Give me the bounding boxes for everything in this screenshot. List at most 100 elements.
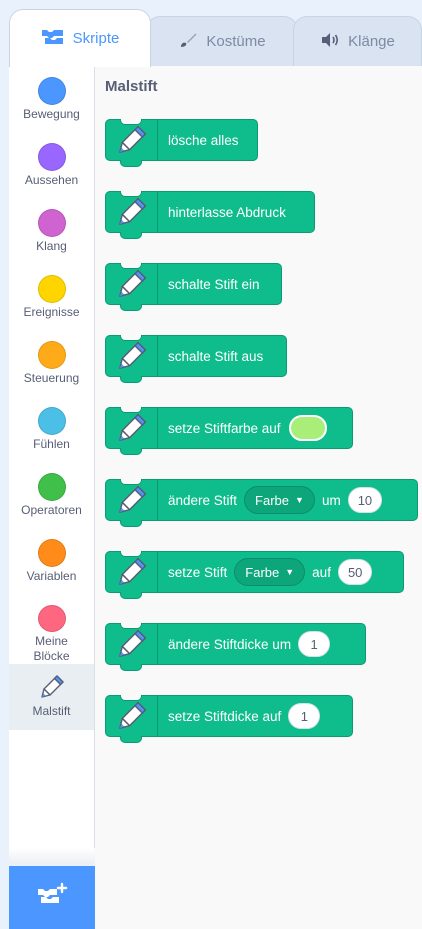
pen-icon [106,624,158,664]
category-pen[interactable]: Malstift [9,664,94,730]
pen-icon [106,120,158,160]
block-pen-down[interactable]: schalte Stift ein [105,263,282,311]
pen-icon [106,480,158,520]
tab-code[interactable]: Skripte [9,9,151,67]
category-label-line2: Blöcke [33,649,70,663]
category-menu-fade [9,848,95,864]
category-label: Malstift [32,704,71,718]
block-set-pen-size[interactable]: setze Stiftdicke auf 1 [105,695,353,743]
category-label: Operatoren [21,503,82,517]
category-label: Bewegung [23,107,80,121]
category-variables[interactable]: Variablen [9,528,94,594]
category-sensing-dot [37,407,66,435]
category-my-blocks-dot [37,605,66,632]
block-tab [120,736,142,743]
category-events[interactable]: Ereignisse [9,264,94,330]
add-extension-button[interactable] [9,866,95,929]
block-notch [120,119,142,125]
block-tab [120,592,142,599]
block-set-pen-param[interactable]: setze Stift Farbe ▼ auf 50 [105,551,404,599]
block-change-pen-size[interactable]: ändere Stiftdicke um 1 [105,623,366,671]
block-text: um [321,492,341,508]
number-input[interactable]: 1 [288,703,321,729]
category-sound[interactable]: Klang [9,198,94,264]
pen-param-dropdown[interactable]: Farbe ▼ [244,486,315,514]
block-clear[interactable]: lösche alles [105,119,258,167]
pen-icon [106,264,158,304]
category-operators-dot [37,473,66,501]
pen-icon [106,696,158,736]
category-label: Steuerung [23,371,80,385]
speaker-icon [320,32,340,52]
block-text: schalte Stift ein [168,276,260,292]
block-notch [120,191,142,197]
category-label: Ereignisse [23,305,80,319]
block-notch [120,551,142,557]
brush-icon [178,31,198,53]
pen-icon [106,408,158,448]
block-notch [120,263,142,269]
category-looks-dot [37,143,66,171]
category-sound-dot [37,209,66,237]
category-operators[interactable]: Operatoren [9,462,94,528]
add-extension-icon [35,882,69,913]
category-motion[interactable]: Bewegung [9,66,94,132]
block-set-pen-color[interactable]: setze Stiftfarbe auf [105,407,353,455]
category-label: Variablen [26,569,77,583]
editor-tabs: Kostüme Klänge Skripte [0,0,422,67]
tab-sounds-label: Klänge [348,33,395,50]
block-pen-up[interactable]: schalte Stift aus [105,335,287,383]
block-tab [120,376,142,383]
category-label: Fühlen [33,437,70,451]
pen-icon [106,192,158,232]
category-sensing[interactable]: Fühlen [9,396,94,462]
block-tab [120,232,142,239]
category-menu: Bewegung Aussehen Klang Ereignisse Steue… [9,66,95,863]
caret-down-icon: ▼ [285,567,295,577]
block-tab [120,304,142,311]
block-tab [120,664,142,671]
block-tab [120,448,142,455]
block-notch [120,623,142,629]
number-input[interactable]: 10 [347,487,383,513]
tab-costumes-label: Kostüme [206,33,266,50]
category-variables-dot [37,539,66,567]
block-text: setze Stiftdicke auf [168,708,282,724]
pen-icon [106,336,158,376]
block-text: setze Stiftfarbe auf [168,420,281,436]
number-input[interactable]: 1 [298,631,331,657]
block-stamp[interactable]: hinterlasse Abdruck [105,191,315,239]
category-motion-dot [37,77,66,105]
block-notch [120,335,142,341]
tab-costumes[interactable]: Kostüme [146,16,298,66]
dropdown-value: Farbe [255,492,290,508]
block-text: ändere Stift [168,492,238,508]
block-text: ändere Stiftdicke um [168,636,292,652]
block-notch [120,479,142,485]
category-control[interactable]: Steuerung [9,330,94,396]
tab-code-label: Skripte [72,30,120,47]
block-text: hinterlasse Abdruck [168,204,286,220]
block-notch [120,407,142,413]
block-notch [120,695,142,701]
caret-down-icon: ▼ [295,495,304,505]
pen-color-swatch[interactable] [288,415,327,441]
block-text: schalte Stift aus [168,348,264,364]
category-control-dot [37,341,66,369]
pen-param-dropdown[interactable]: Farbe ▼ [234,558,306,586]
category-label: Aussehen [24,173,79,187]
block-change-pen-param[interactable]: ändere Stift Farbe ▼ um 10 [105,479,418,527]
block-text: auf [312,564,331,580]
dropdown-value: Farbe [245,564,280,580]
category-events-dot [37,275,66,303]
pen-icon [106,552,158,592]
category-label: Klang [36,239,67,253]
block-text: setze Stift [168,564,228,580]
tab-sounds[interactable]: Klänge [293,16,422,66]
category-label-line1: Meine [35,634,68,648]
block-palette: Malstift lösche alles hinterlasse Abdruc… [95,66,422,929]
block-tab [120,160,142,167]
category-looks[interactable]: Aussehen [9,132,94,198]
category-my-blocks[interactable]: Meine Blöcke [9,594,94,664]
number-input[interactable]: 50 [337,559,373,585]
